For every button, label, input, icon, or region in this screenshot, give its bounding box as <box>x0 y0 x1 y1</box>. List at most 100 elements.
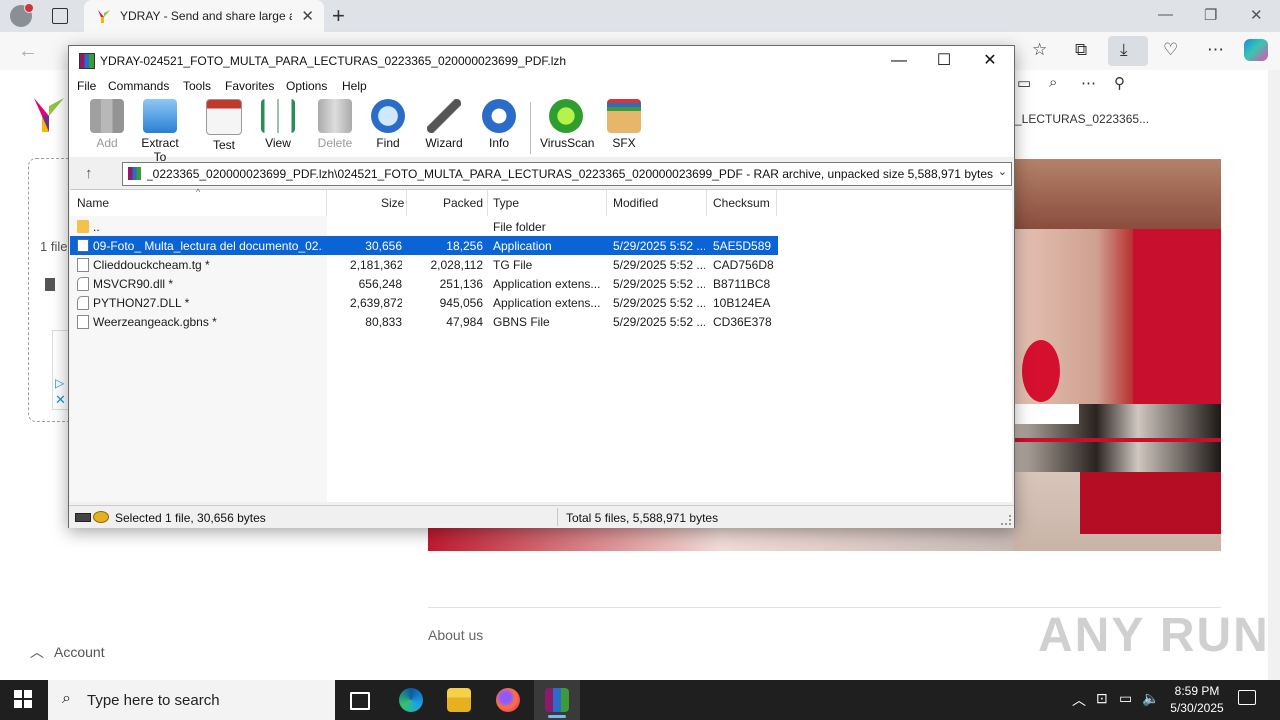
chevron-up-icon[interactable]: ︿ <box>1072 690 1086 710</box>
add-button[interactable]: Add <box>81 99 133 150</box>
magnifier-icon <box>371 99 405 133</box>
column-header-modified[interactable]: Modified <box>613 196 658 210</box>
ad-choices-icon[interactable]: ▷ <box>55 376 64 390</box>
table-row[interactable]: PYTHON27.DLL * 2,639,872 945,056 Applica… <box>70 293 778 312</box>
notification-icon[interactable] <box>1238 690 1256 705</box>
browser-close-button[interactable]: ✕ <box>1250 6 1263 24</box>
add-archive-icon <box>90 99 124 133</box>
row-modified: 5/29/2025 5:52 ... <box>613 277 705 291</box>
view-button[interactable]: View <box>252 99 304 150</box>
taskbar-winrar[interactable] <box>534 680 580 720</box>
column-header-type[interactable]: Type <box>493 196 519 210</box>
photo-segment <box>1133 229 1221 404</box>
virusscan-button[interactable]: VirusScan <box>540 99 594 150</box>
more-icon[interactable]: ⋯ <box>1081 74 1096 92</box>
page-scrollbar[interactable] <box>1268 70 1280 680</box>
row-type: File folder <box>493 220 546 234</box>
about-us-link[interactable]: About us <box>428 627 483 643</box>
table-row[interactable]: .. File folder <box>70 217 778 236</box>
info-button[interactable]: Info <box>473 99 525 150</box>
row-name: Weerzeangeack.gbns * <box>93 315 217 329</box>
network-icon[interactable]: ▭ <box>1119 690 1132 707</box>
winrar-minimize-button[interactable]: — <box>876 50 922 72</box>
taskbar-file-explorer[interactable] <box>436 680 482 720</box>
extract-to-label: Extract To <box>141 136 179 164</box>
column-divider[interactable] <box>487 190 488 216</box>
row-checksum: B8711BC8 <box>713 277 771 291</box>
taskbar-firefox[interactable] <box>485 680 531 720</box>
account-toggle[interactable]: ︿ Account <box>30 642 105 662</box>
column-header-name[interactable]: Name <box>77 196 109 210</box>
column-divider[interactable] <box>606 190 607 216</box>
winrar-close-button[interactable]: ✕ <box>967 50 1013 72</box>
new-tab-button[interactable]: + <box>332 3 345 29</box>
profile-icon[interactable] <box>10 3 34 27</box>
tab-actions-icon[interactable] <box>52 8 68 24</box>
download-icon[interactable]: ⤓ <box>1120 40 1128 60</box>
column-divider[interactable] <box>776 190 777 216</box>
menu-options[interactable]: Options <box>286 79 327 93</box>
download-button[interactable] <box>1108 36 1148 66</box>
volume-icon[interactable]: 🔈 <box>1142 690 1159 707</box>
sfx-button[interactable]: SFX <box>598 99 650 150</box>
collections-icon[interactable]: ⧉ <box>1075 40 1087 60</box>
menu-help[interactable]: Help <box>342 79 367 93</box>
taskbar-edge[interactable] <box>388 680 434 720</box>
table-row[interactable]: Clieddouckcheam.tg * 2,181,362 2,028,112… <box>70 255 778 274</box>
menu-tools[interactable]: Tools <box>183 79 211 93</box>
column-divider[interactable] <box>326 190 327 216</box>
row-packed: 945,056 <box>439 296 483 310</box>
column-header-checksum[interactable]: Checksum <box>713 196 770 210</box>
browser-essentials-icon[interactable]: ♡ <box>1163 40 1178 60</box>
menu-favorites[interactable]: Favorites <box>225 79 274 93</box>
favorites-icon[interactable]: ☆ <box>1032 40 1047 60</box>
extract-to-button[interactable]: Extract To <box>134 99 186 164</box>
copilot-icon[interactable] <box>1244 39 1268 61</box>
column-header-packed[interactable]: Packed <box>443 196 483 210</box>
table-row[interactable]: MSVCR90.dll * 656,248 251,136 Applicatio… <box>70 274 778 293</box>
wizard-button[interactable]: Wizard <box>418 99 470 150</box>
delete-button[interactable]: Delete <box>309 99 361 150</box>
key-icon[interactable] <box>93 511 109 523</box>
file-icon <box>77 315 89 329</box>
menu-commands[interactable]: Commands <box>108 79 169 93</box>
test-button[interactable]: Test <box>198 99 250 152</box>
column-divider[interactable] <box>406 190 407 216</box>
search-icon[interactable]: ⌕ <box>1049 74 1057 91</box>
find-button[interactable]: Find <box>362 99 414 150</box>
wizard-label: Wizard <box>425 136 463 150</box>
resize-grip[interactable] <box>1001 515 1011 525</box>
sfx-box-icon <box>607 99 641 133</box>
task-view-button[interactable] <box>337 680 383 720</box>
up-arrow-icon[interactable]: ↑ <box>85 165 93 182</box>
more-icon[interactable]: ⋯ <box>1207 40 1224 60</box>
chevron-down-icon[interactable]: ⌄ <box>998 165 1007 178</box>
browser-restore-button[interactable]: ❐ <box>1204 6 1217 24</box>
archive-path-field[interactable]: YDRAY-024521_FOTO_MULTA_PARA_LECTURAS_02… <box>122 162 1012 186</box>
column-divider[interactable] <box>706 190 707 216</box>
browser-minimize-button[interactable]: — <box>1158 6 1173 23</box>
folder-icon[interactable]: ▭ <box>1017 74 1031 92</box>
device-icon[interactable]: ⊡ <box>1096 690 1108 707</box>
winrar-maximize-button[interactable]: ☐ <box>921 50 967 72</box>
taskbar-clock[interactable]: 8:59 PM 5/30/2025 <box>1162 683 1232 717</box>
windows-start-icon[interactable] <box>14 690 32 708</box>
drive-icon[interactable] <box>75 513 91 522</box>
pin-icon[interactable]: ⚲ <box>1114 74 1125 92</box>
photo-segment <box>1013 438 1221 442</box>
column-header-size[interactable]: Size <box>381 196 404 210</box>
row-checksum: 5AE5D589 <box>713 239 772 253</box>
row-packed: 2,028,112 <box>430 258 484 272</box>
tab-close-icon[interactable]: ✕ <box>301 7 314 25</box>
view-book-icon <box>261 99 295 133</box>
row-modified: 5/29/2025 5:52 ... <box>613 258 705 272</box>
test-label: Test <box>212 138 235 152</box>
back-arrow-icon[interactable]: ← <box>18 40 38 63</box>
archive-path-text: YDRAY-024521_FOTO_MULTA_PARA_LECTURAS_02… <box>147 167 993 181</box>
ydray-favicon-icon <box>98 10 110 23</box>
ad-close-icon[interactable]: ✕ <box>55 392 66 408</box>
browser-tab-ydray[interactable]: YDRAY - Send and share large and ✕ <box>84 0 324 32</box>
table-row[interactable]: Weerzeangeack.gbns * 80,833 47,984 GBNS … <box>70 312 778 331</box>
table-row[interactable]: 09-Foto_ Multa_lectura del documento_02.… <box>70 236 778 255</box>
menu-file[interactable]: File <box>77 79 96 93</box>
